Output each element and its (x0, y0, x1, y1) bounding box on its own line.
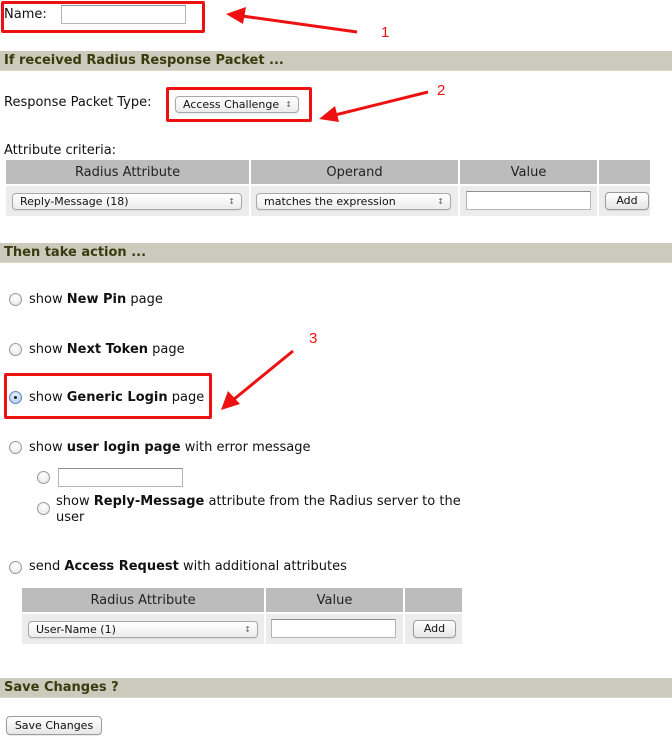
annotation-arrow-3 (221, 349, 294, 410)
annotation-arrow-1 (226, 7, 358, 34)
annotation-arrows (221, 7, 429, 410)
annotation-arrow-2 (319, 90, 429, 122)
